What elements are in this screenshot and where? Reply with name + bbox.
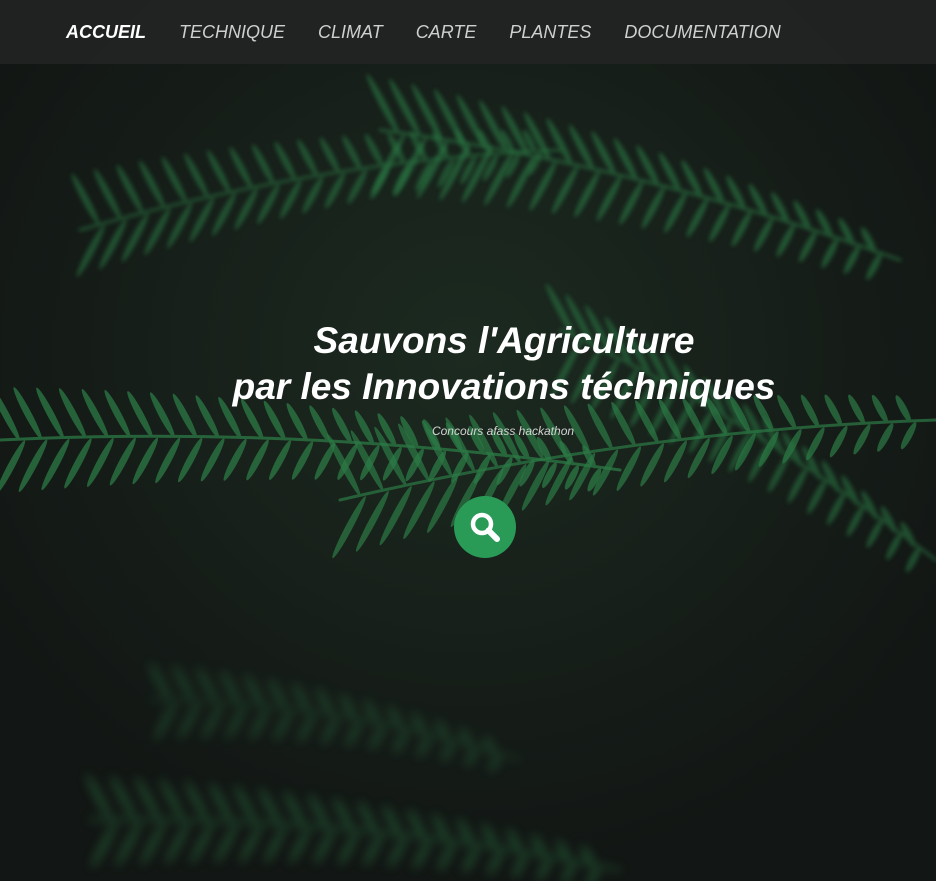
hero-subtitle: Concours afass hackathon xyxy=(431,424,575,438)
search-button[interactable] xyxy=(454,496,516,558)
top-navbar: ACCUEIL TECHNIQUE CLIMAT CARTE PLANTES D… xyxy=(0,0,936,64)
nav-item-climat[interactable]: CLIMAT xyxy=(318,22,383,43)
nav-item-accueil[interactable]: ACCUEIL xyxy=(66,22,146,43)
hero-title-line-1: Sauvons l'Agriculture xyxy=(313,320,695,361)
nav-item-carte[interactable]: CARTE xyxy=(416,22,477,43)
hero-section: Sauvons l'Agriculture par les Innovation… xyxy=(0,318,936,438)
nav-item-plantes[interactable]: PLANTES xyxy=(509,22,591,43)
hero-title-line-2: par les Innovations téchniques xyxy=(232,366,776,407)
page: ACCUEIL TECHNIQUE CLIMAT CARTE PLANTES D… xyxy=(0,0,936,881)
nav-item-documentation[interactable]: DOCUMENTATION xyxy=(624,22,780,43)
hero-title: Sauvons l'Agriculture par les Innovation… xyxy=(36,318,936,410)
fern-background-image xyxy=(0,0,936,881)
search-icon xyxy=(470,512,500,542)
nav-item-technique[interactable]: TECHNIQUE xyxy=(179,22,285,43)
